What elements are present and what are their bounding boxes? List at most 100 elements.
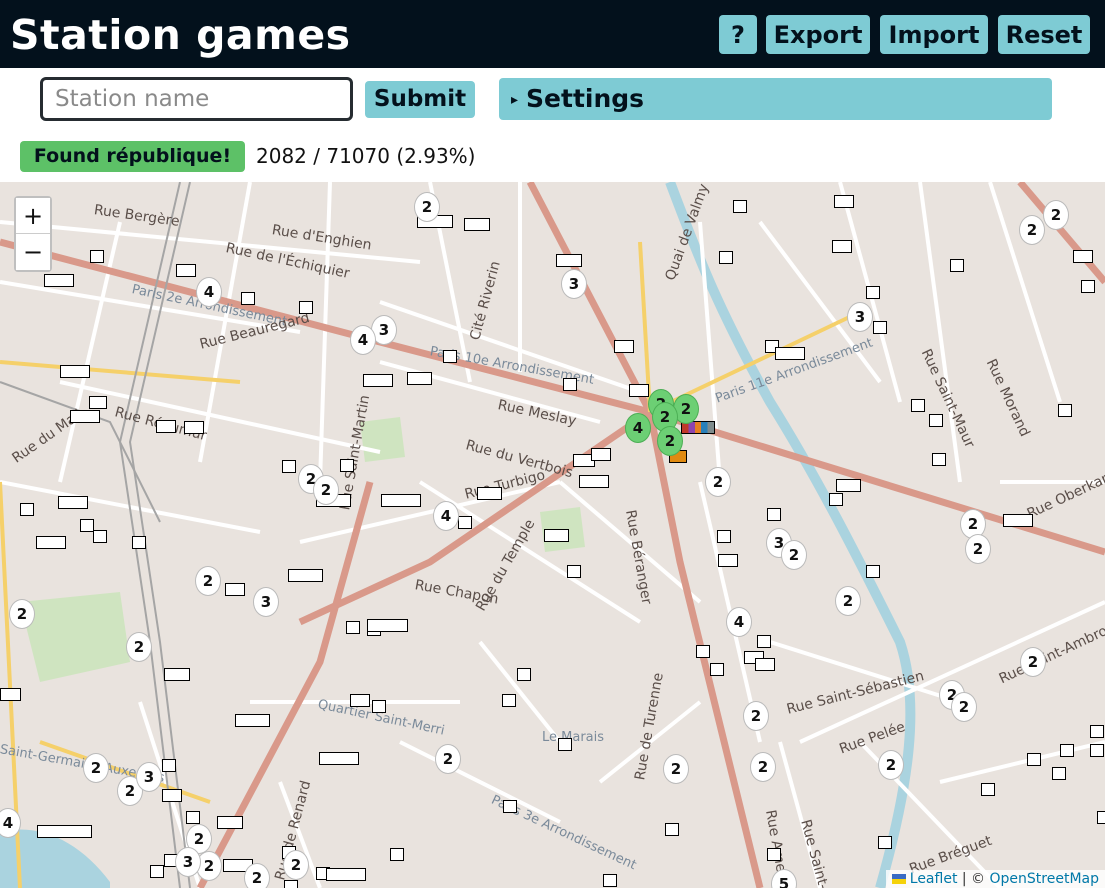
- cluster-marker[interactable]: 2: [750, 752, 776, 782]
- station-marker[interactable]: [558, 738, 572, 751]
- station-marker[interactable]: [767, 508, 781, 521]
- found-cluster-marker[interactable]: 4: [625, 413, 651, 443]
- cluster-marker[interactable]: 3: [175, 847, 201, 877]
- station-marker[interactable]: [150, 865, 164, 878]
- station-marker[interactable]: [1027, 753, 1041, 766]
- cluster-marker[interactable]: 4: [726, 607, 752, 637]
- station-marker[interactable]: [1097, 811, 1105, 824]
- zoom-in-button[interactable]: +: [16, 198, 50, 234]
- cluster-marker[interactable]: 2: [283, 850, 309, 880]
- cluster-marker[interactable]: 2: [9, 599, 35, 629]
- station-marker[interactable]: [372, 700, 386, 713]
- station-marker[interactable]: [829, 493, 843, 506]
- station-marker[interactable]: [164, 668, 190, 681]
- station-marker[interactable]: [517, 668, 531, 681]
- station-marker[interactable]: [710, 663, 724, 676]
- station-marker[interactable]: [299, 301, 313, 314]
- cluster-marker[interactable]: 2: [414, 192, 440, 222]
- station-marker[interactable]: [241, 292, 255, 305]
- station-marker[interactable]: [363, 374, 393, 387]
- cluster-marker[interactable]: 4: [433, 501, 459, 531]
- station-marker[interactable]: [381, 494, 421, 507]
- station-marker[interactable]: [567, 565, 581, 578]
- cluster-marker[interactable]: 3: [561, 269, 587, 299]
- station-marker[interactable]: [866, 565, 880, 578]
- import-button[interactable]: Import: [880, 15, 988, 54]
- station-marker[interactable]: [556, 254, 582, 267]
- found-cluster-marker[interactable]: 2: [657, 426, 683, 456]
- cluster-marker[interactable]: 2: [195, 566, 221, 596]
- station-marker[interactable]: [614, 340, 634, 353]
- station-marker[interactable]: [458, 516, 472, 529]
- station-marker[interactable]: [950, 259, 964, 272]
- station-marker[interactable]: [1052, 767, 1066, 780]
- station-marker[interactable]: [733, 200, 747, 213]
- station-marker[interactable]: [367, 619, 408, 632]
- station-marker[interactable]: [44, 274, 74, 287]
- station-marker[interactable]: [836, 479, 861, 492]
- station-marker[interactable]: [696, 645, 710, 658]
- station-marker[interactable]: [93, 530, 107, 543]
- station-marker[interactable]: [629, 384, 649, 397]
- station-marker[interactable]: [340, 459, 354, 472]
- help-button[interactable]: ?: [719, 15, 757, 54]
- station-marker[interactable]: [36, 536, 66, 549]
- station-marker[interactable]: [932, 453, 946, 466]
- station-marker[interactable]: [37, 825, 92, 838]
- cluster-marker[interactable]: 2: [781, 540, 807, 570]
- settings-toggle[interactable]: ▸ Settings: [499, 78, 1052, 120]
- station-marker[interactable]: [775, 347, 805, 360]
- station-marker[interactable]: [832, 240, 852, 253]
- station-marker[interactable]: [217, 816, 243, 829]
- openstreetmap-link[interactable]: OpenStreetMap: [990, 871, 1099, 887]
- station-marker[interactable]: [464, 218, 490, 231]
- station-marker[interactable]: [235, 714, 270, 727]
- cluster-marker[interactable]: 2: [835, 586, 861, 616]
- station-marker[interactable]: [326, 868, 366, 881]
- zoom-out-button[interactable]: −: [16, 234, 50, 270]
- station-marker[interactable]: [225, 583, 245, 596]
- station-marker[interactable]: [755, 658, 775, 671]
- station-marker[interactable]: [20, 503, 34, 516]
- cluster-marker[interactable]: 2: [878, 750, 904, 780]
- reset-button[interactable]: Reset: [998, 15, 1090, 54]
- cluster-marker[interactable]: 2: [313, 475, 339, 505]
- station-marker[interactable]: [1003, 514, 1033, 527]
- cluster-marker[interactable]: 2: [1019, 215, 1045, 245]
- cluster-marker[interactable]: 2: [951, 692, 977, 722]
- station-marker[interactable]: [1073, 250, 1093, 263]
- station-marker[interactable]: [70, 410, 100, 423]
- station-marker[interactable]: [443, 350, 457, 363]
- station-marker[interactable]: [60, 365, 90, 378]
- cluster-marker[interactable]: 4: [350, 325, 376, 355]
- cluster-marker[interactable]: 2: [435, 744, 461, 774]
- station-marker[interactable]: [757, 635, 771, 648]
- station-marker[interactable]: [718, 554, 738, 567]
- station-marker[interactable]: [603, 874, 617, 887]
- cluster-marker[interactable]: 2: [965, 534, 991, 564]
- station-marker[interactable]: [319, 752, 359, 765]
- station-marker[interactable]: [89, 396, 107, 409]
- export-button[interactable]: Export: [766, 15, 870, 54]
- station-marker[interactable]: [80, 519, 94, 532]
- cluster-marker[interactable]: 2: [705, 467, 731, 497]
- station-marker[interactable]: [767, 848, 781, 861]
- station-marker[interactable]: [981, 783, 995, 796]
- station-marker[interactable]: [346, 621, 360, 634]
- station-marker[interactable]: [156, 420, 176, 433]
- station-marker[interactable]: [284, 880, 298, 888]
- station-marker[interactable]: [184, 421, 204, 434]
- station-marker[interactable]: [563, 378, 577, 391]
- station-marker[interactable]: [390, 848, 404, 861]
- station-marker[interactable]: [1058, 404, 1072, 417]
- station-marker[interactable]: [929, 414, 943, 427]
- cluster-marker[interactable]: 3: [136, 762, 162, 792]
- cluster-marker[interactable]: 3: [253, 587, 279, 617]
- station-marker[interactable]: [1090, 744, 1104, 757]
- map-view[interactable]: Rue Bergère Rue d'Enghien Rue de l'Échiq…: [0, 182, 1105, 888]
- station-marker[interactable]: [477, 487, 502, 500]
- station-marker[interactable]: [719, 251, 733, 264]
- station-marker[interactable]: [186, 811, 200, 824]
- station-marker[interactable]: [162, 759, 176, 772]
- station-marker[interactable]: [90, 250, 104, 263]
